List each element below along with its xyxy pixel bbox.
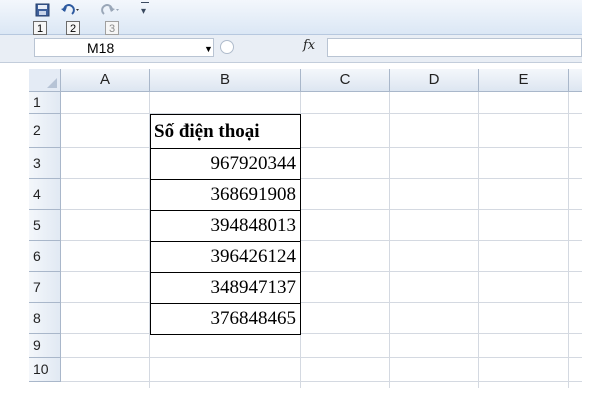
- select-all-button[interactable]: [29, 69, 61, 92]
- column-header-f[interactable]: [569, 69, 582, 92]
- keytip-badge: 3: [105, 21, 119, 35]
- resize-handle-icon[interactable]: [220, 40, 234, 54]
- gridline: [61, 113, 582, 114]
- redo-icon[interactable]: [98, 3, 119, 17]
- formula-bar: M18 ▼ fx: [0, 35, 582, 63]
- worksheet-grid: A B C D E 1 2 3 4 5 6 7 8 9 10 Số điện t…: [0, 63, 582, 397]
- gridline: [568, 92, 569, 388]
- name-box-value: M18: [87, 40, 115, 56]
- name-box[interactable]: M18 ▼: [34, 38, 214, 57]
- gridline: [61, 333, 582, 334]
- gridline: [61, 240, 582, 241]
- undo-icon[interactable]: [60, 3, 79, 17]
- cell-b7[interactable]: 348947137: [150, 272, 301, 304]
- cell-b4[interactable]: 368691908: [150, 179, 301, 211]
- row-header-4[interactable]: 4: [29, 179, 61, 210]
- select-all-icon: [47, 78, 57, 88]
- insert-function-button[interactable]: fx: [303, 38, 315, 53]
- formula-input[interactable]: [327, 38, 582, 57]
- row-header-7[interactable]: 7: [29, 272, 61, 303]
- row-header-10[interactable]: 10: [29, 358, 61, 382]
- excel-window: ▾ 1 2 3 M18 ▼ fx A B C D E 1 2 3 4 5 6 7…: [0, 0, 600, 397]
- row-header-3[interactable]: 3: [29, 148, 61, 179]
- chevron-down-icon[interactable]: ▼: [204, 44, 213, 54]
- column-header-d[interactable]: D: [390, 69, 479, 92]
- save-icon[interactable]: [35, 3, 51, 17]
- row-header-6[interactable]: 6: [29, 241, 61, 272]
- keytip-badge: 2: [66, 21, 80, 35]
- gridline: [389, 92, 390, 388]
- gridline: [61, 357, 582, 358]
- cell-b5[interactable]: 394848013: [150, 210, 301, 242]
- customize-toolbar-icon[interactable]: ▾: [141, 2, 149, 17]
- gridline: [61, 381, 582, 382]
- keytip-badge: 1: [33, 21, 47, 35]
- column-header-e[interactable]: E: [479, 69, 569, 92]
- gridline: [61, 147, 582, 148]
- gridline: [61, 178, 582, 179]
- row-header-5[interactable]: 5: [29, 210, 61, 241]
- cell-b8[interactable]: 376848465: [150, 303, 301, 335]
- cell-b2-header[interactable]: Số điện thoại: [150, 114, 301, 149]
- gridline: [61, 271, 582, 272]
- column-header-b[interactable]: B: [150, 69, 301, 92]
- row-header-2[interactable]: 2: [29, 114, 61, 148]
- gridline: [478, 92, 479, 388]
- gridline: [61, 209, 582, 210]
- column-header-c[interactable]: C: [301, 69, 390, 92]
- column-header-a[interactable]: A: [61, 69, 150, 92]
- row-header-8[interactable]: 8: [29, 303, 61, 334]
- row-header-1[interactable]: 1: [29, 92, 61, 114]
- quick-access-toolbar: ▾ 1 2 3: [0, 0, 582, 35]
- row-header-9[interactable]: 9: [29, 334, 61, 358]
- gridline: [61, 302, 582, 303]
- formula-bar-controls: fx: [216, 38, 326, 57]
- cell-b3[interactable]: 967920344: [150, 148, 301, 180]
- cell-b6[interactable]: 396426124: [150, 241, 301, 273]
